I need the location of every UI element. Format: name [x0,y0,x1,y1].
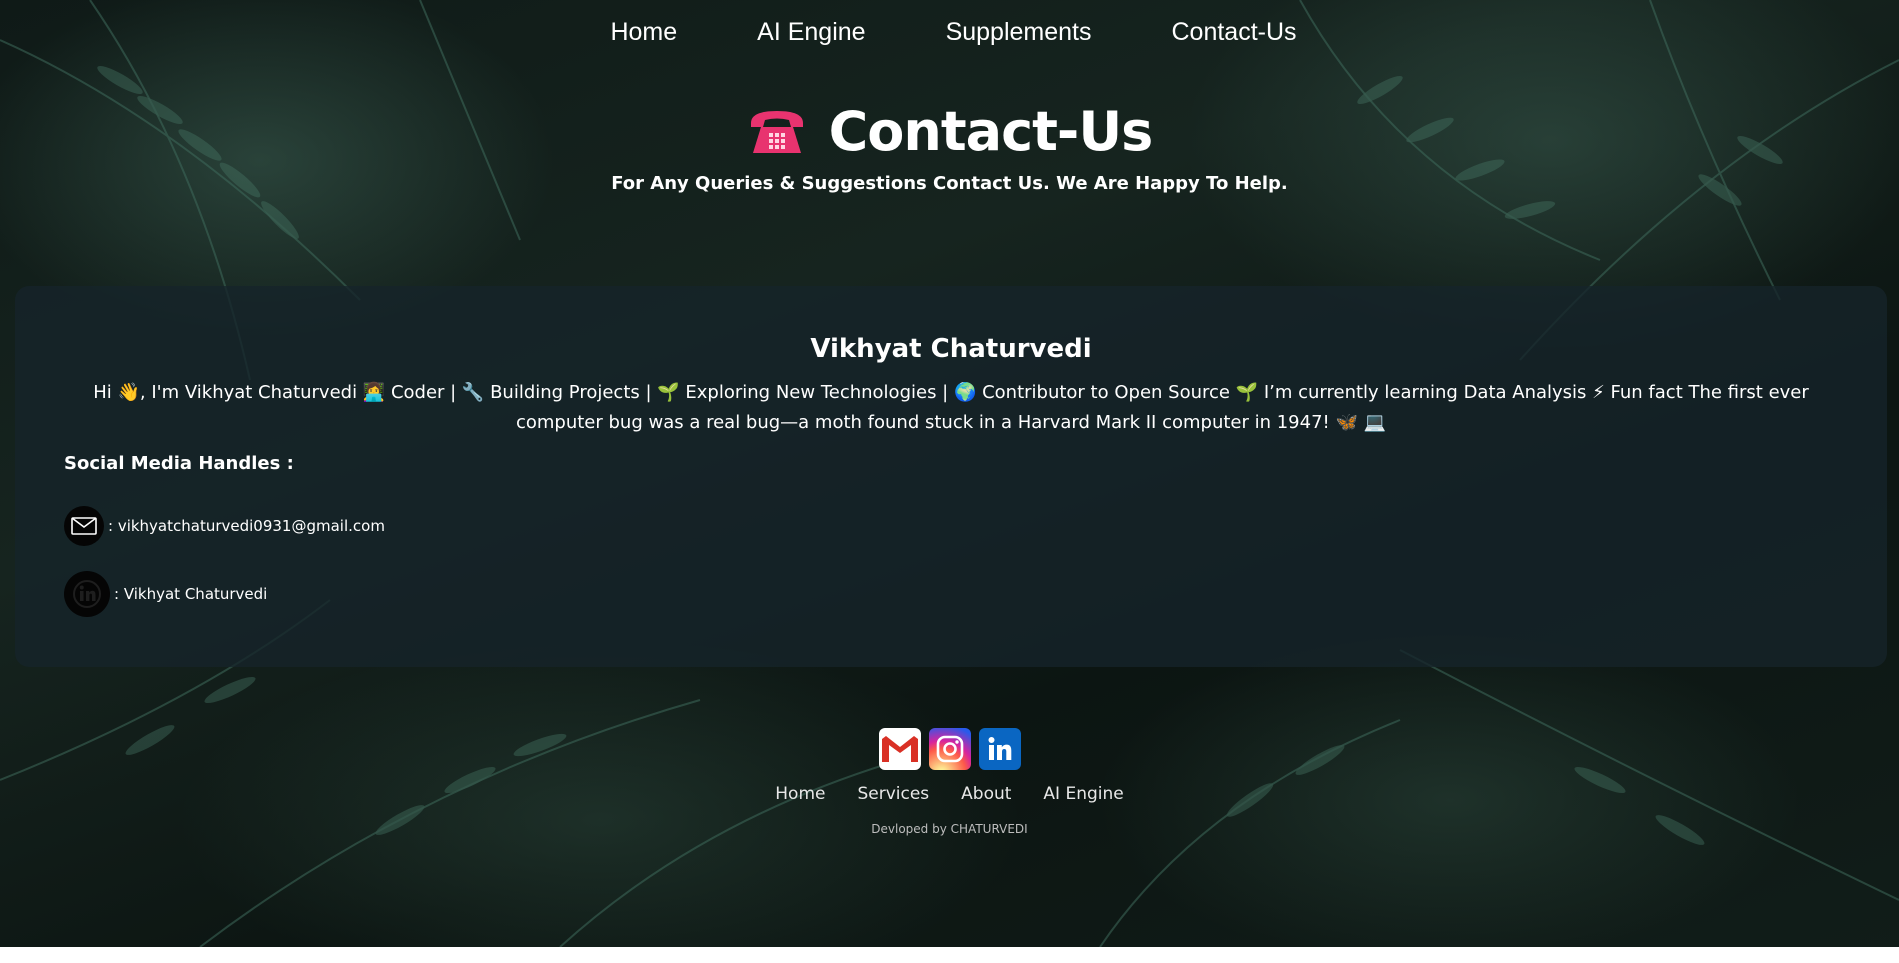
email-handle[interactable]: : vikhyatchaturvedi0931@gmail.com [64,506,385,546]
nav-item-contact-us[interactable]: Contact-Us [1164,18,1297,47]
social-handles-heading: Social Media Handles : [64,453,294,474]
footer-link-ai-engine[interactable]: AI Engine [1027,784,1139,804]
nav-item-ai-engine[interactable]: AI Engine [749,18,865,47]
footer-social-icons [0,728,1899,770]
email-address-text[interactable]: : vikhyatchaturvedi0931@gmail.com [108,517,385,535]
page-header: Contact-Us For Any Queries & Suggestions… [0,100,1899,194]
footer-link-services[interactable]: Services [841,784,945,804]
footer-link-about[interactable]: About [945,784,1027,804]
nav-item-home[interactable]: Home [602,18,677,47]
telephone-icon [750,110,803,153]
instagram-icon[interactable] [928,728,971,770]
linkedin-icon[interactable] [978,728,1021,770]
mail-icon[interactable] [64,506,104,546]
linkedin-name-text[interactable]: : Vikhyat Chaturvedi [114,585,267,603]
linkedin-handle[interactable]: : Vikhyat Chaturvedi [64,571,267,617]
page-title-text: Contact-Us [828,100,1154,163]
gmail-icon[interactable] [878,728,921,770]
top-navigation: Home AI Engine Supplements Contact-Us [0,18,1899,47]
page-title: Contact-Us [747,100,1153,163]
linkedin-icon[interactable] [64,571,110,617]
page-subtitle: For Any Queries & Suggestions Contact Us… [611,173,1288,194]
page-footer: Home Services About AI Engine Devloped b… [0,728,1899,836]
footer-links: Home Services About AI Engine [0,784,1899,804]
footer-credit: Devloped by CHATURVEDI [871,822,1028,836]
nav-item-supplements[interactable]: Supplements [938,18,1092,47]
profile-name: Vikhyat Chaturvedi [810,334,1092,364]
page-bottom-strip [0,947,1899,963]
profile-card: Vikhyat Chaturvedi Hi 👋, I'm Vikhyat Cha… [15,286,1887,667]
profile-bio: Hi 👋, I'm Vikhyat Chaturvedi 👩‍💻 Coder |… [93,382,1809,433]
footer-link-home[interactable]: Home [759,784,841,804]
